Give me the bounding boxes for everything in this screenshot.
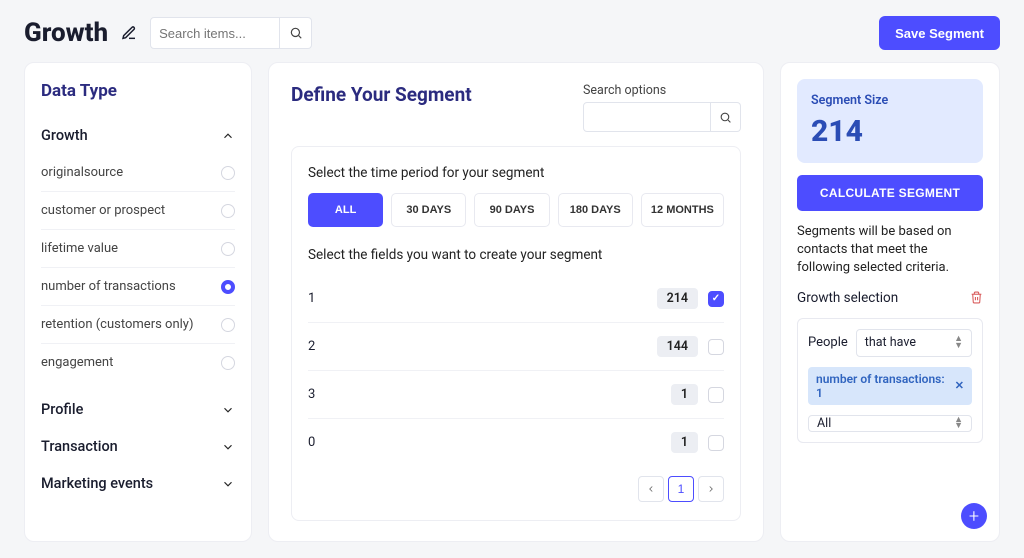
field-retention[interactable]: retention (customers only) [41,306,235,344]
field-option-row: 2 144 [308,323,724,371]
period-all[interactable]: ALL [308,193,383,227]
data-type-panel: Data Type Growth originalsource customer… [24,62,252,542]
criteria-tag: number of transactions: 1 ✕ [808,367,972,405]
radio-icon [221,242,235,256]
section-marketing-events[interactable]: Marketing events [41,465,235,502]
period-30-days[interactable]: 30 DAYS [391,193,466,227]
section-title: Transaction [41,438,118,455]
field-option-row: 0 1 [308,419,724,466]
field-lifetime-value[interactable]: lifetime value [41,230,235,268]
all-select[interactable]: All ▲▼ [808,415,972,432]
period-12-months[interactable]: 12 MONTHS [641,193,724,227]
segment-description: Segments will be based on contacts that … [797,223,983,278]
data-type-heading: Data Type [41,81,235,101]
segment-size-box: Segment Size 214 [797,79,983,163]
field-originalsource[interactable]: originalsource [41,154,235,192]
chevron-down-icon [221,440,235,454]
search-button[interactable] [280,17,312,49]
search-input[interactable] [150,17,280,49]
selection-heading: Growth selection [797,290,898,306]
chevron-down-icon [221,477,235,491]
trash-icon[interactable] [970,291,983,304]
field-option-label: 3 [308,387,315,402]
updown-icon: ▲▼ [954,336,963,349]
segment-size-value: 214 [811,114,969,149]
search-icon [289,26,303,40]
people-label: People [808,335,848,350]
options-search-button[interactable] [711,102,741,132]
field-option-row: 1 214 [308,275,724,323]
calculate-segment-button[interactable]: CALCULATE SEGMENT [797,175,983,211]
options-search-input[interactable] [583,102,711,132]
search-icon [719,111,732,124]
radio-icon [221,166,235,180]
summary-panel: Segment Size 214 CALCULATE SEGMENT Segme… [780,62,1000,542]
section-title: Profile [41,401,83,418]
radio-selected-icon [221,280,235,294]
count-badge: 1 [671,384,698,405]
fields-label: Select the fields you want to create you… [308,247,724,263]
period-90-days[interactable]: 90 DAYS [474,193,549,227]
field-engagement[interactable]: engagement [41,344,235,381]
period-label: Select the time period for your segment [308,165,724,181]
section-transaction[interactable]: Transaction [41,428,235,465]
segment-size-label: Segment Size [811,93,969,108]
count-badge: 214 [657,288,698,309]
period-180-days[interactable]: 180 DAYS [558,193,633,227]
updown-icon: ▲▼ [954,417,963,430]
add-criteria-button[interactable]: + [961,503,987,529]
field-option-label: 2 [308,339,315,354]
section-title: Marketing events [41,475,153,492]
radio-icon [221,318,235,332]
field-option-label: 1 [308,291,315,306]
radio-icon [221,204,235,218]
checkbox[interactable] [708,435,724,451]
section-profile[interactable]: Profile [41,391,235,428]
chevron-up-icon [221,129,235,143]
pager-prev[interactable] [638,476,664,502]
radio-icon [221,356,235,370]
checkbox[interactable] [708,291,724,307]
field-customer-or-prospect[interactable]: customer or prospect [41,192,235,230]
tag-remove-icon[interactable]: ✕ [955,379,964,392]
section-title: Growth [41,127,88,144]
pager-page-1[interactable]: 1 [668,476,694,502]
define-segment-heading: Define Your Segment [291,83,472,106]
chevron-left-icon [646,484,656,494]
checkbox[interactable] [708,387,724,403]
save-segment-button[interactable]: Save Segment [879,16,1000,50]
pencil-icon[interactable] [120,24,138,42]
field-option-row: 3 1 [308,371,724,419]
checkbox[interactable] [708,339,724,355]
page-title: Growth [24,18,108,48]
search-options-label: Search options [583,83,741,98]
chevron-down-icon [221,403,235,417]
field-option-label: 0 [308,435,315,450]
pager-next[interactable] [698,476,724,502]
section-growth[interactable]: Growth [41,117,235,154]
people-select[interactable]: that have ▲▼ [856,329,972,357]
define-segment-panel: Define Your Segment Search options Selec… [268,62,764,542]
count-badge: 144 [657,336,698,357]
count-badge: 1 [671,432,698,453]
criteria-box: People that have ▲▼ number of transactio… [797,318,983,443]
chevron-right-icon [706,484,716,494]
field-number-of-transactions[interactable]: number of transactions [41,268,235,306]
